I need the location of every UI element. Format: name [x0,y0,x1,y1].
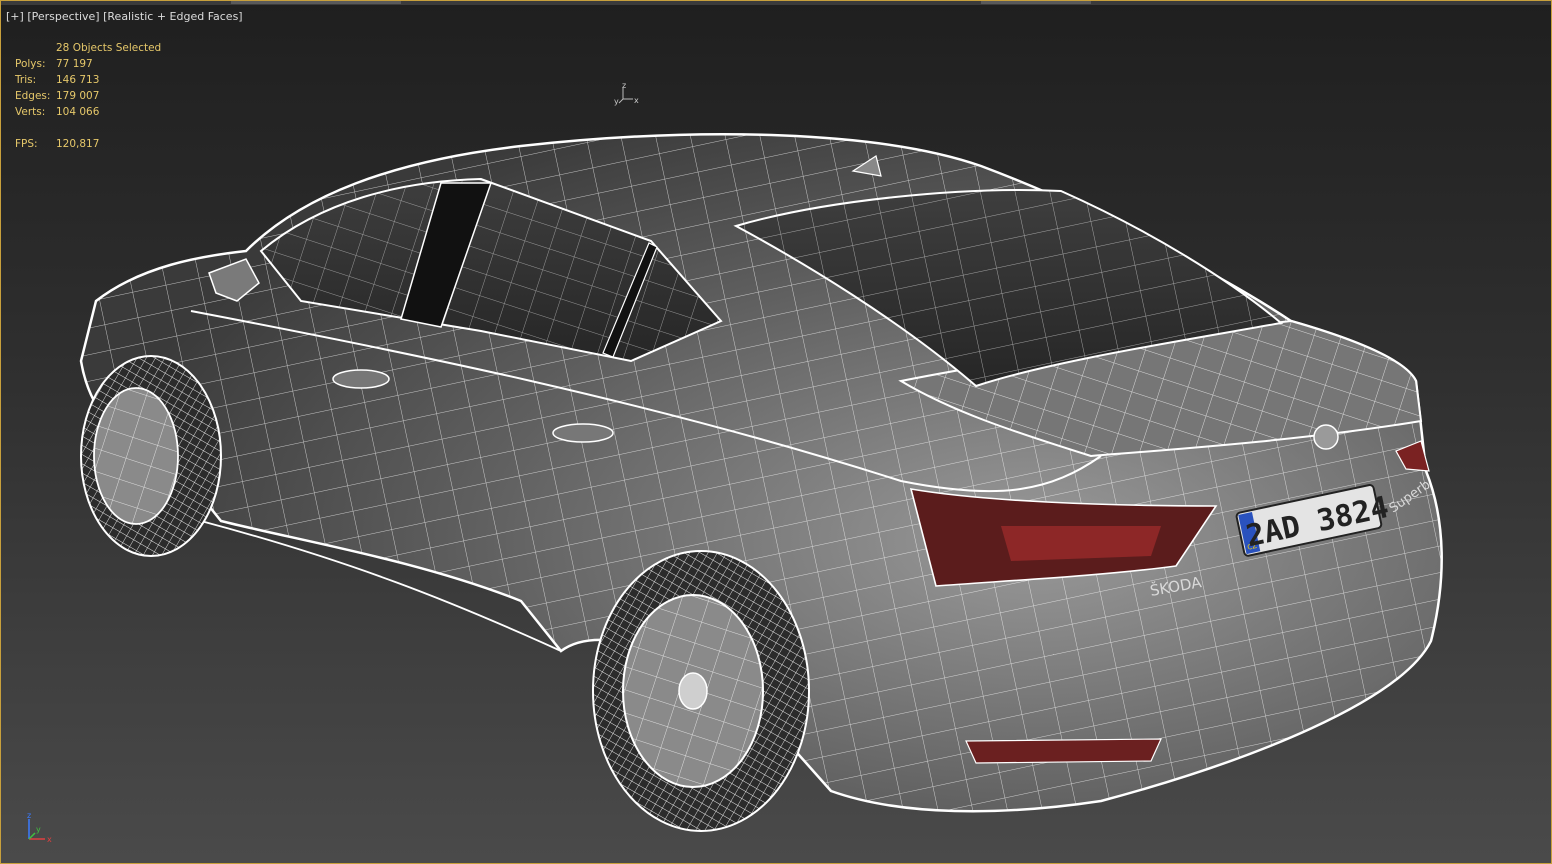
view-axis-gizmo-icon: z x y [614,81,639,106]
mini-axis-y: y [614,97,619,106]
brand-logo [1313,424,1339,450]
stats-overlay: 28 Objects Selected Polys: 77 197 Tris: 14… [15,40,161,152]
perspective-viewport[interactable]: CZ 2AD 3824 ŠKODA Superb [+] [Perspectiv… [0,0,1552,864]
car-wireframe-scene[interactable]: CZ 2AD 3824 ŠKODA Superb [1,1,1551,863]
mini-axis-z: z [622,81,626,90]
viewport-shading-menu[interactable]: [Realistic + Edged Faces] [103,10,242,23]
polys-label: Polys: [15,58,46,70]
fps-value: 120,817 [56,138,100,150]
rear-wheel[interactable] [592,550,810,832]
viewport-label: [+] [Perspective] [Realistic + Edged Fac… [6,10,243,23]
polys-value: 77 197 [56,58,93,70]
world-axis-z: z [27,811,31,820]
edges-label: Edges: [15,90,51,102]
verts-label: Verts: [15,106,46,118]
edges-value: 179 007 [56,90,100,102]
tris-value: 146 713 [56,74,100,86]
world-axis-gizmo-icon: z x y [27,811,52,844]
fps-label: FPS: [15,138,38,150]
verts-value: 104 066 [56,106,100,118]
mini-axis-x: x [634,96,639,105]
viewport-menu-plus[interactable]: [+] [6,10,24,23]
front-wheel[interactable] [80,355,222,557]
selection-count: 28 Objects Selected [56,42,162,54]
door-handle-front [332,369,390,389]
world-axis-x: x [47,835,52,844]
rear-reflector [965,738,1162,764]
tris-label: Tris: [15,74,37,86]
world-axis-y: y [36,825,41,834]
viewport-view-menu[interactable]: [Perspective] [27,10,99,23]
door-handle-rear [552,423,614,443]
